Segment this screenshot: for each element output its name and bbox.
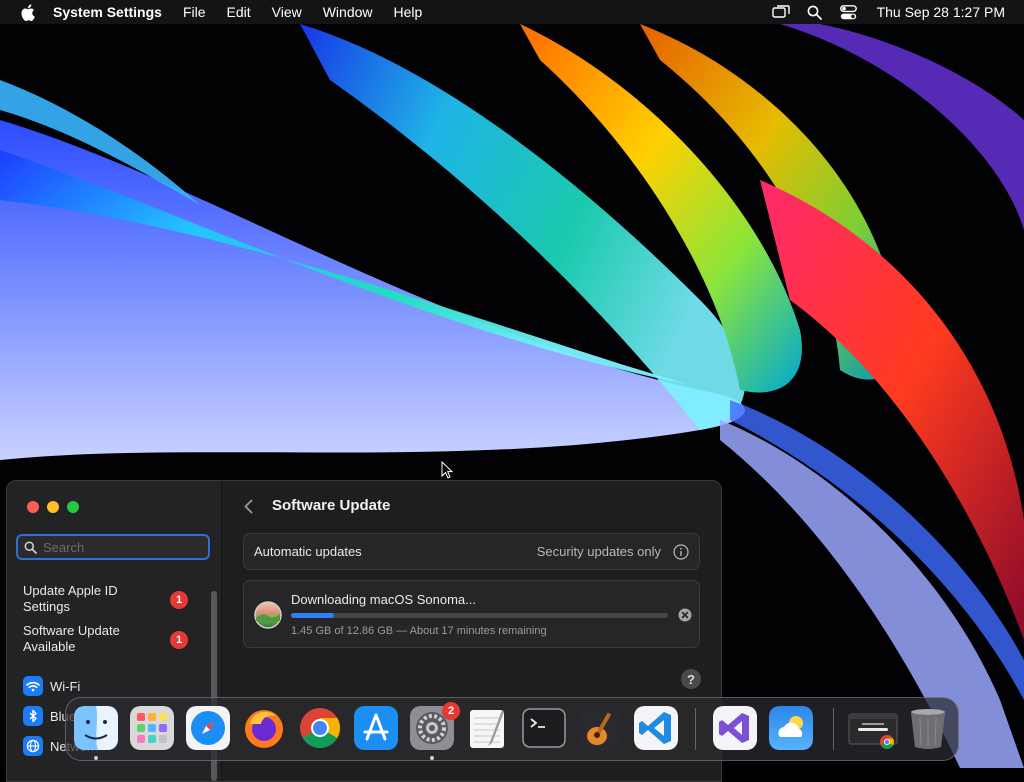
- dock: 2: [65, 697, 959, 761]
- app-store-icon[interactable]: [354, 706, 398, 750]
- wifi-icon: [23, 676, 43, 696]
- network-icon: [23, 736, 43, 756]
- safari-icon[interactable]: [186, 706, 230, 750]
- page-title: Software Update: [272, 497, 391, 514]
- menu-help[interactable]: Help: [394, 4, 423, 20]
- spotlight-search-icon[interactable]: [805, 2, 825, 22]
- automatic-updates-value: Security updates only: [536, 544, 661, 559]
- chrome-icon[interactable]: [298, 706, 342, 750]
- launchpad-icon[interactable]: [130, 706, 174, 750]
- close-window-button[interactable]: [27, 501, 39, 513]
- notice-label: Software Update Available: [23, 623, 120, 654]
- terminal-icon[interactable]: [522, 706, 566, 750]
- automatic-updates-label: Automatic updates: [254, 544, 362, 559]
- search-input[interactable]: [43, 539, 193, 555]
- sidebar-search[interactable]: [16, 534, 210, 560]
- window-controls: [27, 501, 79, 513]
- info-icon[interactable]: [673, 544, 689, 560]
- download-progress-card: Downloading macOS Sonoma... 1.45 GB of 1…: [243, 580, 700, 648]
- software-update-notice[interactable]: Software Update Available 1: [23, 623, 203, 655]
- textedit-icon[interactable]: [466, 706, 510, 750]
- download-progress-fill: [291, 613, 334, 618]
- cancel-download-icon[interactable]: [678, 608, 692, 622]
- notice-badge: 1: [170, 631, 188, 649]
- control-center-icon[interactable]: [839, 2, 859, 22]
- help-button[interactable]: ?: [681, 669, 701, 689]
- dock-separator: [695, 708, 696, 750]
- menu-edit[interactable]: Edit: [227, 4, 251, 20]
- zoom-window-button[interactable]: [67, 501, 79, 513]
- notice-badge: 1: [170, 591, 188, 609]
- menu-bar-clock[interactable]: Thu Sep 28 1:27 PM: [877, 4, 1005, 20]
- notice-label: Update Apple ID Settings: [23, 583, 118, 614]
- garageband-icon[interactable]: [578, 706, 622, 750]
- automatic-updates-row: Automatic updates Security updates only: [243, 533, 700, 570]
- apple-menu-icon[interactable]: [18, 3, 36, 21]
- trash-icon[interactable]: [908, 706, 948, 750]
- menu-window[interactable]: Window: [323, 4, 373, 20]
- menu-bar: System Settings File Edit View Window He…: [0, 0, 1024, 24]
- firefox-icon[interactable]: [242, 706, 286, 750]
- notification-badge: 2: [442, 702, 460, 720]
- bluetooth-icon: [23, 706, 43, 726]
- weather-icon[interactable]: [769, 706, 813, 750]
- menu-file[interactable]: File: [183, 4, 206, 20]
- screen-mirroring-icon[interactable]: [771, 2, 791, 22]
- chrome-window-icon[interactable]: [848, 706, 898, 750]
- running-indicator: [430, 756, 434, 760]
- running-indicator: [94, 756, 98, 760]
- back-chevron-icon[interactable]: [240, 497, 256, 515]
- sidebar-item-wifi[interactable]: Wi-Fi: [23, 676, 80, 696]
- download-title: Downloading macOS Sonoma...: [291, 592, 476, 607]
- download-progress-bar: [291, 613, 668, 618]
- menu-view[interactable]: View: [272, 4, 302, 20]
- menu-app-name[interactable]: System Settings: [53, 4, 162, 20]
- finder-icon[interactable]: [74, 706, 118, 750]
- vscode-icon[interactable]: [634, 706, 678, 750]
- macos-sonoma-icon: [254, 601, 282, 629]
- dock-separator: [833, 708, 834, 750]
- visual-studio-icon[interactable]: [713, 706, 757, 750]
- minimize-window-button[interactable]: [47, 501, 59, 513]
- sidebar-item-label: Wi-Fi: [50, 678, 81, 694]
- download-status: 1.45 GB of 12.86 GB — About 17 minutes r…: [291, 625, 547, 637]
- update-apple-id-notice[interactable]: Update Apple ID Settings 1: [23, 583, 203, 615]
- search-icon: [24, 541, 37, 554]
